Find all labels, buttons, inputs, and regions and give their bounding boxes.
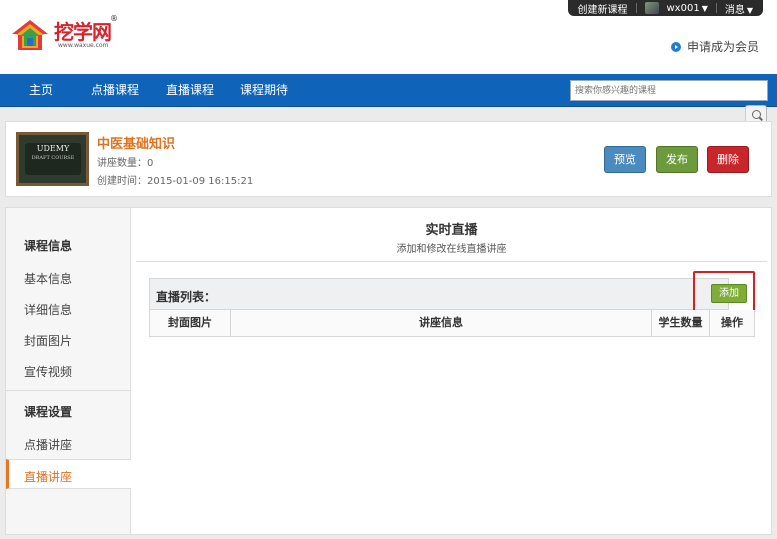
logo-mark-icon (12, 20, 48, 50)
column-lecture-info: 讲座信息 (231, 310, 652, 336)
chevron-down-icon: ▼ (701, 3, 708, 13)
sidebar-item-details[interactable]: 详细信息 (24, 301, 72, 318)
nav-item-upcoming-courses[interactable]: 课程期待 (240, 74, 288, 107)
live-lecture-table: 封面图片 讲座信息 学生数量 操作 (149, 310, 755, 337)
username: wx001 (666, 2, 700, 14)
main-nav: 主页 点播课程 直播课程 课程期待 (0, 74, 777, 132)
logo-url: www.waxue.com (58, 42, 109, 49)
nav-item-home[interactable]: 主页 (29, 74, 53, 107)
apply-member-label: 申请成为会员 (686, 40, 759, 54)
sidebar-item-promo-video[interactable]: 宣传视频 (24, 363, 72, 380)
live-list-label: 直播列表： (156, 290, 217, 304)
highlight-box (693, 271, 755, 312)
messages-label: 消息 (724, 4, 745, 16)
page-subtitle: 添加和修改在线直播讲座 (396, 244, 507, 255)
divider (136, 261, 767, 262)
course-summary-card: UDEMY DRAFT COURSE 中医基础知识 讲座数量：0 创建时间：20… (5, 121, 772, 197)
search-input[interactable] (571, 81, 745, 100)
course-sidebar: 课程信息 基本信息 详细信息 封面图片 宣传视频 课程设置 点播讲座 直播讲座 (5, 207, 132, 535)
section-course-settings: 课程设置 (24, 405, 73, 419)
registered-mark: ® (110, 14, 118, 23)
thumb-subtitle: DRAFT COURSE (31, 155, 75, 161)
messages-menu[interactable]: 消息 ▼ (725, 1, 753, 16)
apply-member-link[interactable]: 申请成为会员 (670, 38, 759, 55)
column-cover-image: 封面图片 (150, 310, 231, 336)
play-circle-icon (670, 41, 681, 52)
toolbar-divider (635, 3, 637, 13)
sidebar-divider (6, 390, 130, 391)
page-title: 实时直播 (425, 223, 478, 238)
created-time: 创建时间：2015-01-09 16:15:21 (97, 176, 254, 187)
lecture-count: 讲座数量：0 (97, 158, 154, 169)
username-menu[interactable]: wx001 ▼ (667, 3, 708, 14)
main-content: 实时直播 添加和修改在线直播讲座 直播列表： 添加 封面图片 讲座信息 学生数量… (131, 207, 772, 535)
section-course-info: 课程信息 (24, 239, 73, 253)
publish-button[interactable]: 发布 (656, 146, 698, 173)
delete-button[interactable]: 删除 (707, 146, 749, 173)
sidebar-item-label: 直播讲座 (24, 470, 73, 484)
site-logo[interactable]: 挖学网 ® www.waxue.com (8, 14, 118, 56)
chalkboard-image: UDEMY DRAFT COURSE (25, 143, 81, 175)
column-actions: 操作 (710, 310, 754, 336)
sidebar-item-vod-lectures[interactable]: 点播讲座 (24, 436, 72, 453)
live-list-header: 直播列表： (149, 278, 729, 310)
sidebar-item-basic-info[interactable]: 基本信息 (24, 270, 72, 287)
thumb-title: UDEMY (36, 144, 70, 153)
sidebar-item-live-lectures[interactable]: 直播讲座 (6, 459, 132, 489)
nav-item-live-courses[interactable]: 直播课程 (166, 74, 214, 107)
user-toolbar: 创建新课程 wx001 ▼ 消息 ▼ (567, 0, 763, 16)
preview-button[interactable]: 预览 (604, 146, 646, 173)
course-search (570, 80, 768, 132)
course-title[interactable]: 中医基础知识 (97, 133, 175, 152)
nav-item-vod-courses[interactable]: 点播课程 (91, 74, 139, 107)
create-course-link[interactable]: 创建新课程 (578, 1, 628, 16)
toolbar-divider (715, 3, 717, 13)
course-thumbnail: UDEMY DRAFT COURSE (16, 132, 89, 186)
column-student-count: 学生数量 (652, 310, 710, 336)
sidebar-item-cover-image[interactable]: 封面图片 (24, 332, 72, 349)
chevron-down-icon: ▼ (746, 5, 753, 15)
avatar[interactable] (644, 2, 659, 14)
logo-text: 挖学网 (54, 20, 112, 44)
